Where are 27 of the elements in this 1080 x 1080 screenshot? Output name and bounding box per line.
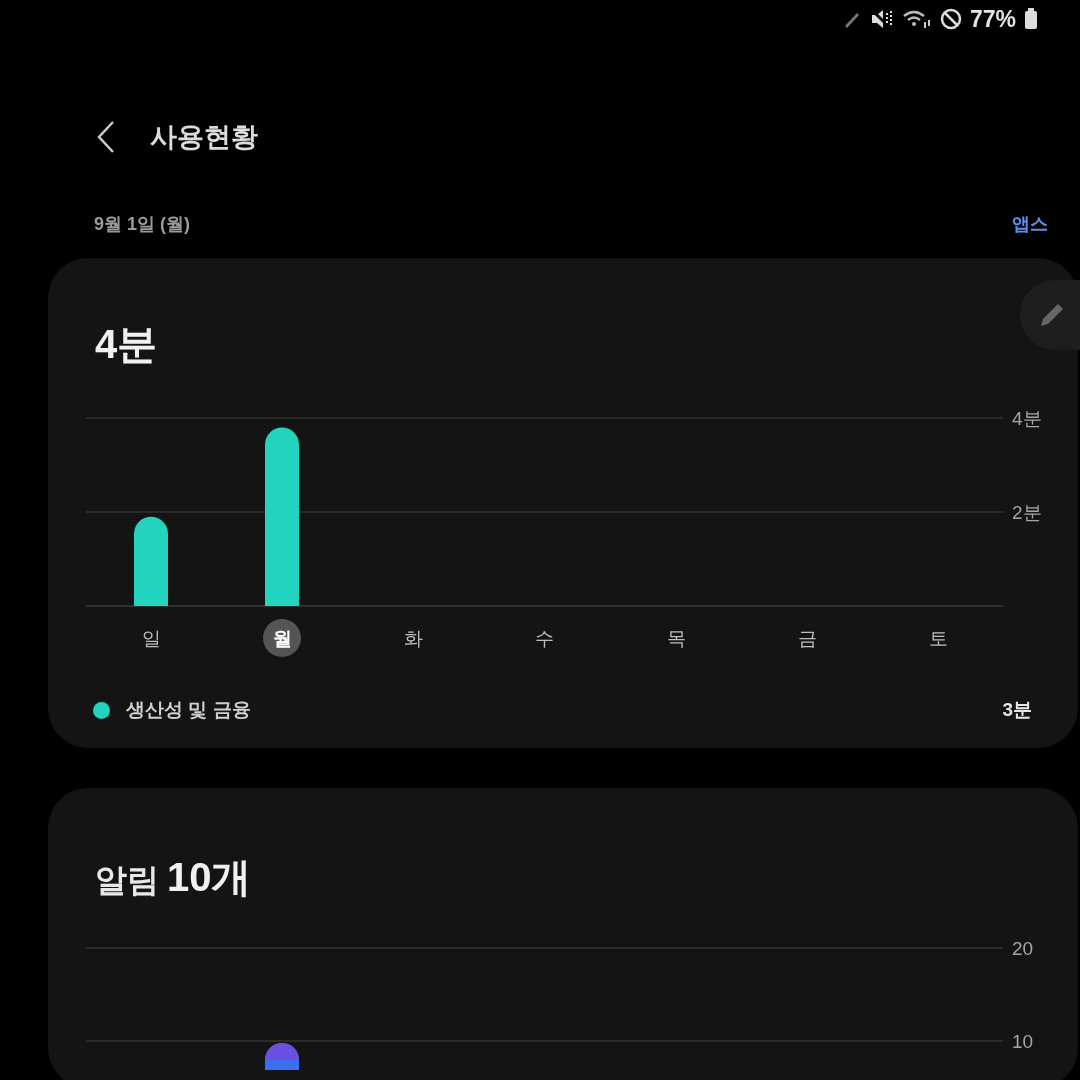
battery-icon	[1024, 8, 1038, 30]
day-label[interactable]: 일	[141, 628, 161, 649]
back-icon[interactable]	[96, 120, 116, 154]
notifications-count: 10개	[167, 854, 252, 900]
notifications-label: 알림	[95, 861, 159, 900]
page-title: 사용현황	[150, 120, 258, 154]
apps-link[interactable]: 앱스	[1012, 210, 1048, 238]
legend-label: 생산성 및 금융	[126, 697, 251, 722]
axis-tick-label: 20	[1012, 938, 1034, 959]
edit-button[interactable]	[1020, 280, 1080, 350]
axis-tick-label: 2분	[1012, 502, 1042, 523]
day-label[interactable]: 금	[797, 628, 817, 649]
day-label[interactable]: 수	[534, 628, 554, 649]
mute-icon	[869, 8, 894, 30]
bar	[265, 1043, 299, 1070]
battery-percentage: 77%	[969, 4, 1016, 34]
axis-tick-label: 10	[1012, 1031, 1034, 1052]
wifi-icon	[901, 8, 932, 30]
day-label[interactable]: 월	[272, 628, 292, 649]
do-not-disturb-icon	[939, 8, 962, 30]
legend-value: 3분	[1002, 697, 1032, 722]
axis-tick-label: 4분	[1012, 408, 1042, 429]
day-label[interactable]: 토	[928, 628, 948, 649]
day-label[interactable]: 목	[666, 628, 686, 649]
date-label: 9월 1일 (월)	[94, 212, 190, 236]
day-label[interactable]: 화	[403, 628, 423, 649]
usage-total: 4분	[95, 321, 158, 368]
